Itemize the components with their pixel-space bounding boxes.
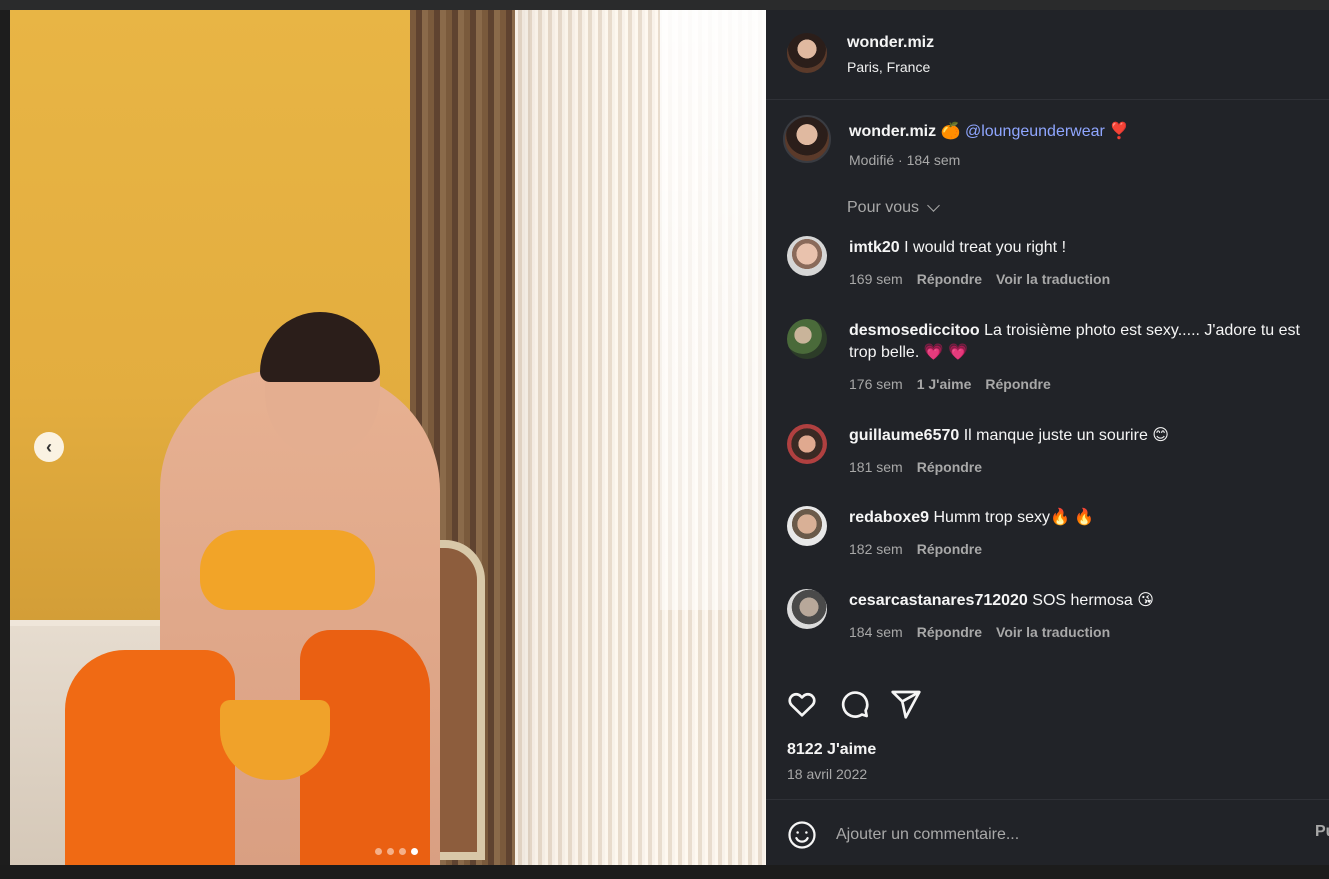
comment-button[interactable] [838, 688, 870, 725]
reply-button[interactable]: Répondre [917, 459, 982, 475]
caption-emoji: ❣️ [1109, 123, 1130, 140]
carousel-prev-button[interactable]: ‹ [34, 432, 64, 462]
like-button[interactable] [786, 688, 818, 725]
avatar[interactable] [787, 319, 827, 359]
carousel-dot [387, 848, 394, 855]
comment-text: I would treat you right ! [904, 239, 1067, 256]
image-window-light [660, 10, 766, 610]
avatar[interactable] [787, 33, 827, 73]
carousel-dot-active [411, 848, 418, 855]
caption-meta: Modifié · 184 sem [849, 152, 961, 168]
post-header: wonder.miz Paris, France [766, 10, 1329, 100]
image-shirt-left [65, 650, 235, 865]
comment-time: 181 sem [849, 459, 903, 475]
avatar[interactable] [783, 115, 831, 163]
avatar[interactable] [787, 589, 827, 629]
carousel-indicator [375, 848, 418, 855]
post-location[interactable]: Paris, France [847, 59, 930, 75]
caption-mention-link[interactable]: @loungeunderwear [965, 123, 1105, 140]
reply-button[interactable]: Répondre [985, 376, 1050, 392]
post-details-panel: wonder.miz Paris, France wonder.miz 🍊 @l… [766, 10, 1329, 865]
share-button[interactable] [890, 688, 922, 725]
image-top [200, 530, 375, 610]
comment-time: 182 sem [849, 541, 903, 557]
reply-button[interactable]: Répondre [917, 271, 982, 287]
reply-button[interactable]: Répondre [917, 624, 982, 640]
backdrop-top [0, 0, 1329, 10]
comment-text: SOS hermosa 😘 [1032, 592, 1154, 609]
backdrop-left [0, 10, 10, 865]
post-author-username[interactable]: wonder.miz [847, 34, 934, 52]
translate-button[interactable]: Voir la traduction [996, 271, 1110, 287]
comment-sort-label: Pour vous [847, 199, 920, 216]
avatar[interactable] [787, 506, 827, 546]
comment-username[interactable]: guillaume6570 [849, 427, 959, 444]
reply-button[interactable]: Répondre [917, 541, 982, 557]
avatar[interactable] [787, 424, 827, 464]
post-comment-button[interactable]: Pu [1315, 823, 1329, 841]
comment-time: 169 sem [849, 271, 903, 287]
comment-username[interactable]: desmosediccitoo [849, 322, 980, 339]
post-actions [786, 688, 922, 725]
comment-username[interactable]: redaboxe9 [849, 509, 929, 526]
comment-username[interactable]: imtk20 [849, 239, 900, 256]
carousel-dot [399, 848, 406, 855]
chevron-left-icon: ‹ [46, 437, 52, 457]
backdrop-bottom [0, 865, 1329, 879]
carousel-dot [375, 848, 382, 855]
emoji-icon[interactable] [787, 820, 817, 850]
comment-username[interactable]: cesarcastanares712020 [849, 592, 1028, 609]
post-date: 18 avril 2022 [787, 766, 868, 782]
comment-time: 176 sem [849, 376, 903, 392]
share-icon [891, 690, 921, 719]
comment-time: 184 sem [849, 624, 903, 640]
comment-sort-dropdown[interactable]: Pour vous [847, 199, 940, 217]
chevron-down-icon [927, 199, 940, 212]
avatar[interactable] [787, 236, 827, 276]
comment-icon [841, 691, 869, 718]
comment-likes-button[interactable]: 1 J'aime [917, 376, 972, 392]
comment-input[interactable] [836, 821, 1256, 849]
like-count[interactable]: 8122 J'aime [787, 741, 876, 759]
caption-username[interactable]: wonder.miz [849, 123, 936, 140]
comment-text: Il manque juste un sourire 😊 [963, 427, 1169, 444]
add-comment-bar: Pu [766, 799, 1329, 865]
comment-text: Humm trop sexy🔥 🔥 [933, 509, 1095, 526]
translate-button[interactable]: Voir la traduction [996, 624, 1110, 640]
post-image: ‹ [10, 10, 766, 865]
heart-icon [788, 693, 816, 717]
caption-emoji: 🍊 [940, 123, 961, 140]
